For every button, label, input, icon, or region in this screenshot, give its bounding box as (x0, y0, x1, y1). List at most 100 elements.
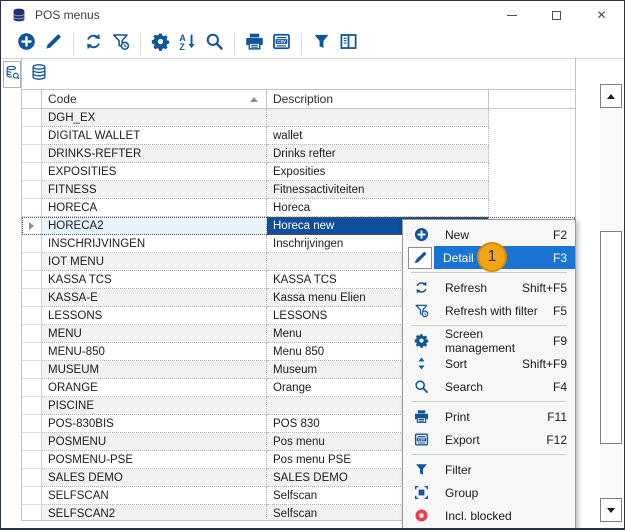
menu-item-print[interactable]: Print F11 (403, 405, 575, 428)
code-cell[interactable]: IOT MENU (42, 253, 267, 271)
code-cell[interactable]: LESSONS (42, 307, 267, 325)
menu-item-group[interactable]: Group (403, 481, 575, 504)
code-cell[interactable]: KASSA TCS (42, 271, 267, 289)
row-selector-cell[interactable] (22, 145, 42, 163)
code-cell[interactable]: MENU-850 (42, 343, 267, 361)
svg-text:CSV: CSV (277, 39, 286, 44)
row-selector-cell[interactable] (22, 433, 42, 451)
table-row-horeca[interactable]: HORECA Horeca (22, 199, 575, 217)
code-cell[interactable]: KASSA-E (42, 289, 267, 307)
row-selector-cell[interactable] (22, 253, 42, 271)
code-cell[interactable]: ORANGE (42, 379, 267, 397)
refresh-button[interactable] (80, 32, 107, 56)
detail-button[interactable] (40, 32, 67, 56)
close-icon: ✕ (596, 9, 606, 21)
row-selector-cell[interactable] (22, 181, 42, 199)
code-cell[interactable]: SELFSCAN2 (42, 505, 267, 521)
row-selector-cell[interactable] (22, 307, 42, 325)
row-selector-cell[interactable] (22, 127, 42, 145)
description-cell[interactable]: Exposities (267, 163, 489, 181)
close-button[interactable]: ✕ (579, 1, 624, 29)
code-cell[interactable]: POSMENU (42, 433, 267, 451)
code-cell[interactable]: EXPOSITIES (42, 163, 267, 181)
code-cell[interactable]: MENU (42, 325, 267, 343)
toolbar-separator (234, 33, 235, 55)
row-selector-cell[interactable] (22, 361, 42, 379)
code-cell[interactable]: DRINKS-REFTER (42, 145, 267, 163)
table-row-fitness[interactable]: FITNESS Fitnessactiviteiten (22, 181, 575, 199)
description-cell[interactable]: Drinks refter (267, 145, 489, 163)
search-button[interactable] (201, 32, 228, 56)
menu-item-sort[interactable]: Sort Shift+F9 (403, 352, 575, 375)
menu-item-screen-management[interactable]: Screen management F9 (403, 329, 575, 352)
code-cell[interactable]: DIGITAL WALLET (42, 127, 267, 145)
table-row-digital-wallet[interactable]: DIGITAL WALLET wallet (22, 127, 575, 145)
menu-item-filter[interactable]: Filter (403, 458, 575, 481)
code-cell[interactable]: POS-830BIS (42, 415, 267, 433)
scroll-up-button[interactable] (600, 84, 622, 108)
refresh-with-filter-button[interactable] (107, 32, 134, 56)
code-cell[interactable]: SELFSCAN (42, 487, 267, 505)
table-row-exposities[interactable]: EXPOSITIES Exposities (22, 163, 575, 181)
funnel-refresh-icon (111, 32, 130, 56)
column-header-description[interactable]: Description (267, 90, 489, 108)
row-selector-cell[interactable] (22, 469, 42, 487)
description-cell[interactable]: Fitnessactiviteiten (267, 181, 489, 199)
row-selector-cell[interactable] (22, 199, 42, 217)
code-cell[interactable]: FITNESS (42, 181, 267, 199)
code-cell[interactable]: POSMENU-PSE (42, 451, 267, 469)
filter-button[interactable] (308, 32, 335, 56)
new-button[interactable] (13, 32, 40, 56)
row-selector-cell[interactable] (22, 379, 42, 397)
row-selector-cell[interactable] (22, 271, 42, 289)
menu-item-export[interactable]: CSV Export F12 (403, 428, 575, 451)
description-cell[interactable]: Horeca (267, 199, 489, 217)
row-selector-cell[interactable] (22, 163, 42, 181)
pencil-icon (408, 247, 432, 269)
code-cell[interactable]: MUSEUM (42, 361, 267, 379)
print-button[interactable] (241, 32, 268, 56)
screen-management-button[interactable] (147, 32, 174, 56)
code-cell[interactable]: PISCINE (42, 397, 267, 415)
sort-button[interactable]: AZ (174, 32, 201, 56)
data-browser-tab[interactable] (3, 61, 21, 88)
menu-item-incl-blocked[interactable]: Incl. blocked (403, 504, 575, 527)
row-selector-cell[interactable] (22, 487, 42, 505)
description-cell[interactable]: wallet (267, 127, 489, 145)
row-selector-cell[interactable] (22, 343, 42, 361)
row-selector-cell[interactable] (22, 451, 42, 469)
row-selector-cell[interactable] (22, 217, 42, 235)
scrollbar-thumb[interactable] (600, 231, 622, 444)
export-button[interactable]: CSV (268, 32, 295, 56)
menu-item-search[interactable]: Search F4 (403, 375, 575, 398)
maximize-button[interactable] (534, 1, 579, 29)
minimize-button[interactable] (489, 1, 534, 29)
menu-item-refresh[interactable]: Refresh Shift+F5 (403, 276, 575, 299)
sort-ascending-icon (250, 97, 258, 102)
row-selector-cell[interactable] (22, 109, 42, 127)
group-columns-button[interactable] (335, 32, 362, 56)
code-cell[interactable]: HORECA (42, 199, 267, 217)
table-row-dgh-ex[interactable]: DGH_EX (22, 109, 575, 127)
vertical-scrollbar[interactable] (600, 84, 622, 522)
description-cell[interactable] (267, 109, 489, 127)
row-selector-cell[interactable] (22, 235, 42, 253)
scroll-down-button[interactable] (600, 498, 622, 522)
menu-item-detail[interactable]: Detail F3 1 (403, 246, 575, 269)
code-cell[interactable]: INSCHRIJVINGEN (42, 235, 267, 253)
table-row-drinks-refter[interactable]: DRINKS-REFTER Drinks refter (22, 145, 575, 163)
row-selector-cell[interactable] (22, 415, 42, 433)
column-header-code[interactable]: Code (42, 90, 267, 108)
row-selector-cell[interactable] (22, 289, 42, 307)
database-icon[interactable] (30, 63, 48, 86)
row-selector-cell[interactable] (22, 325, 42, 343)
row-selector-header[interactable] (22, 90, 42, 108)
row-selector-cell[interactable] (22, 505, 42, 521)
row-selector-cell[interactable] (22, 397, 42, 415)
code-cell[interactable]: HORECA2 (42, 217, 267, 235)
columns-icon (339, 32, 358, 56)
menu-item-refresh-with-filter[interactable]: Refresh with filter F5 (403, 299, 575, 322)
code-cell[interactable]: SALES DEMO (42, 469, 267, 487)
annotation-badge: 1 (477, 242, 507, 272)
code-cell[interactable]: DGH_EX (42, 109, 267, 127)
